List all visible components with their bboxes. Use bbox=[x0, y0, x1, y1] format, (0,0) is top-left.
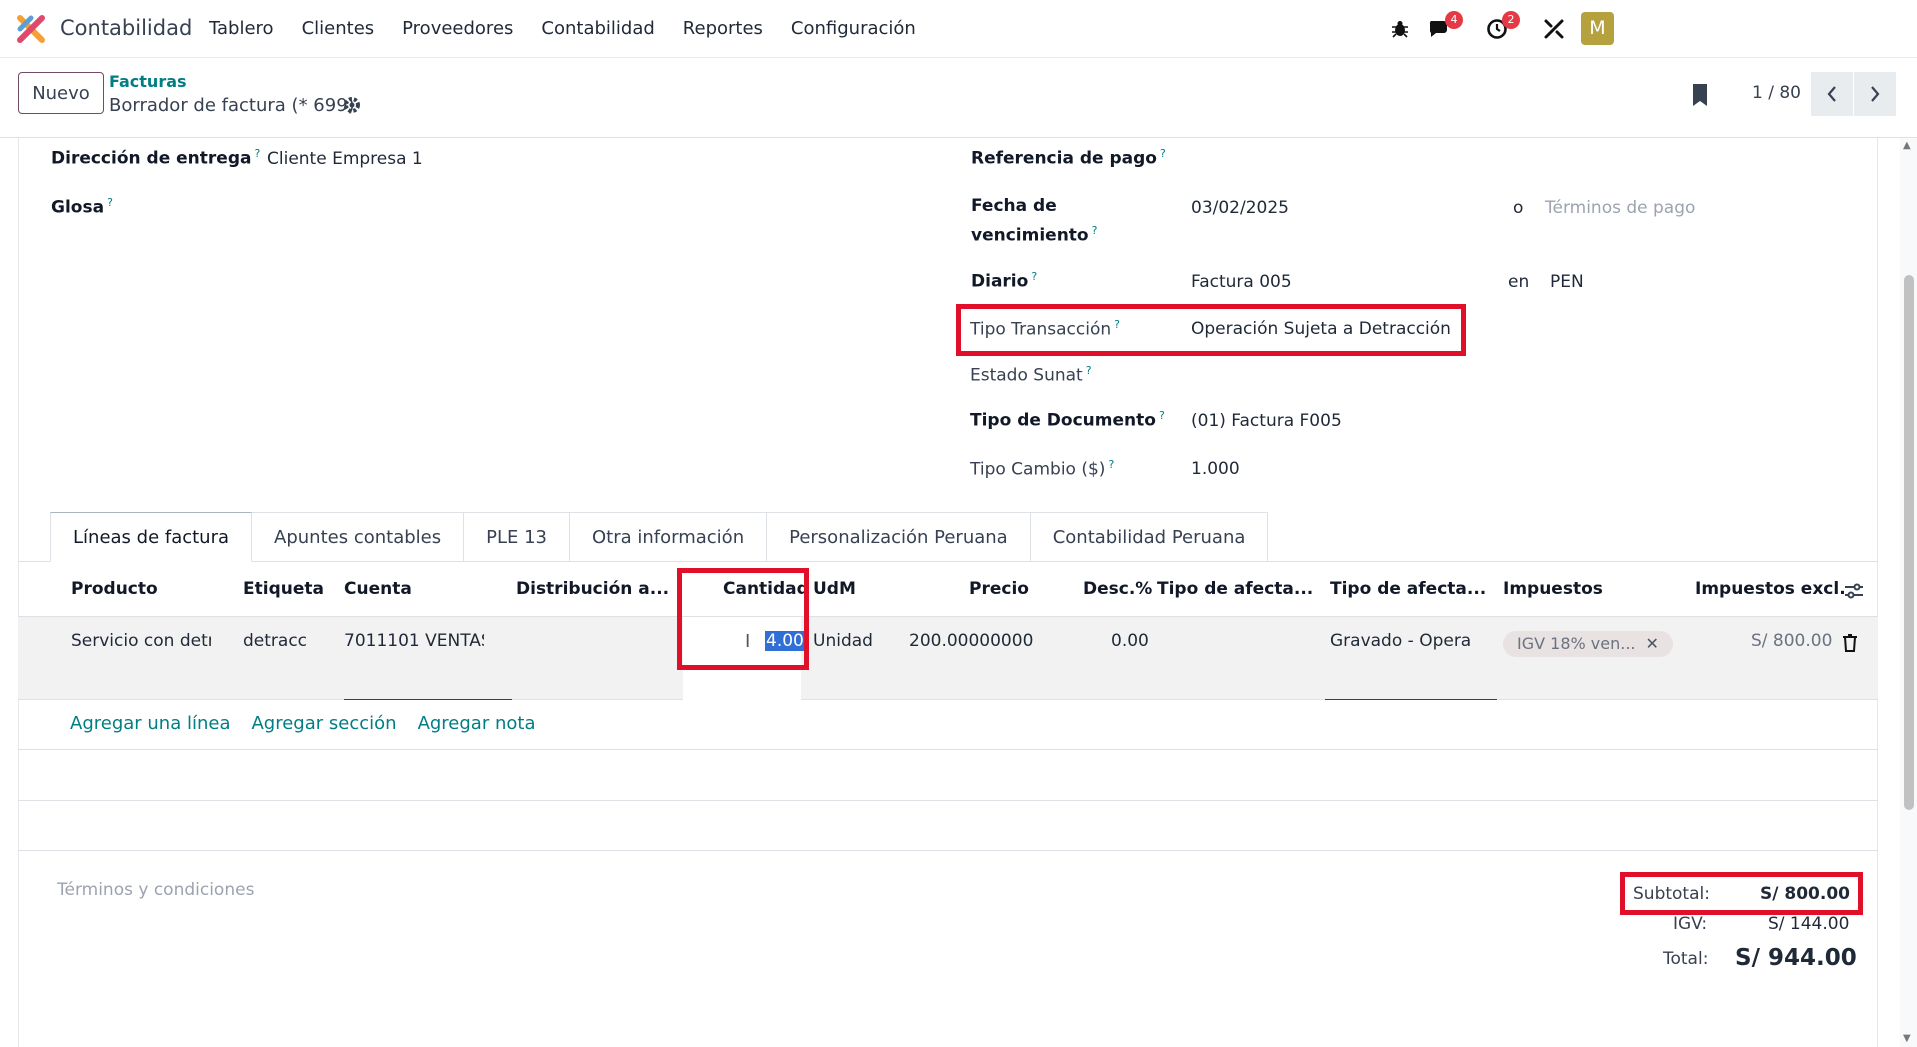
tab-peruvian-custom[interactable]: Personalización Peruana bbox=[767, 512, 1031, 562]
cell-uom[interactable]: Unidad bbox=[813, 631, 873, 651]
cell-product[interactable]: Servicio con detr bbox=[71, 631, 211, 651]
menu-proveedores[interactable]: Proveedores bbox=[402, 18, 513, 39]
menu-configuracion[interactable]: Configuración bbox=[791, 18, 916, 39]
journal-field[interactable]: Factura 005 bbox=[1191, 272, 1292, 292]
highlight-subtotal bbox=[1620, 872, 1863, 915]
col-analytic[interactable]: Distribución a... bbox=[516, 579, 669, 599]
row-separator bbox=[18, 749, 1878, 750]
table-row[interactable]: Servicio con detr detracc 7011101 VENTAS… bbox=[18, 617, 1878, 700]
journal-label: Diario? bbox=[971, 270, 1038, 292]
menu-contabilidad[interactable]: Contabilidad bbox=[541, 18, 654, 39]
record-title: Borrador de factura (* 699) bbox=[109, 95, 355, 116]
delivery-address-field[interactable]: Cliente Empresa 1 bbox=[267, 149, 423, 169]
scroll-down-icon[interactable]: ▼ bbox=[1903, 1033, 1911, 1044]
account-underline bbox=[344, 699, 512, 700]
app-logo-icon[interactable] bbox=[17, 15, 45, 43]
terms-conditions-field[interactable]: Términos y condiciones bbox=[57, 880, 254, 900]
sunat-status-label: Estado Sunat? bbox=[970, 364, 1092, 386]
app-name[interactable]: Contabilidad bbox=[60, 16, 192, 40]
exchange-rate-label: Tipo Cambio ($)? bbox=[970, 458, 1115, 480]
notebook-tabs: Líneas de factura Apuntes contables PLE … bbox=[50, 512, 1269, 562]
main-menu: Tablero Clientes Proveedores Contabilida… bbox=[209, 18, 944, 39]
igv-value: S/ 144.00 bbox=[1768, 914, 1850, 934]
add-line-links: Agregar una línea Agregar sección Agrega… bbox=[70, 713, 535, 734]
breadcrumb-facturas[interactable]: Facturas bbox=[109, 72, 187, 91]
trash-icon[interactable] bbox=[1842, 634, 1858, 652]
optional-columns-icon[interactable] bbox=[1844, 582, 1864, 600]
scroll-up-icon[interactable]: ▲ bbox=[1903, 140, 1911, 151]
chevron-left-icon bbox=[1827, 86, 1836, 102]
scrollbar-thumb[interactable] bbox=[1904, 275, 1914, 810]
tab-invoice-lines[interactable]: Líneas de factura bbox=[50, 512, 253, 562]
debug-bug-icon[interactable] bbox=[1387, 16, 1413, 42]
col-label[interactable]: Etiqueta bbox=[243, 579, 324, 599]
delivery-address-label: Dirección de entrega? bbox=[51, 147, 261, 169]
add-line-link[interactable]: Agregar una línea bbox=[70, 713, 230, 734]
cell-affect-type-2[interactable]: Gravado - Opera bbox=[1330, 631, 1470, 651]
control-panel: Nuevo Facturas Borrador de factura (* 69… bbox=[0, 58, 1917, 138]
total-label: Total: bbox=[1663, 949, 1709, 969]
new-button[interactable]: Nuevo bbox=[18, 72, 104, 114]
activity-clock-icon[interactable]: 2 bbox=[1484, 11, 1520, 42]
col-subtotal[interactable]: Impuestos excl. bbox=[1695, 579, 1846, 599]
top-navbar: Contabilidad Tablero Clientes Proveedore… bbox=[0, 0, 1917, 58]
gloss-label: Glosa? bbox=[51, 196, 113, 218]
activity-badge: 2 bbox=[1502, 11, 1520, 29]
due-date-label: Fecha de bbox=[971, 196, 1057, 216]
gear-icon[interactable] bbox=[343, 96, 361, 114]
col-price[interactable]: Precio bbox=[969, 579, 1029, 599]
add-section-link[interactable]: Agregar sección bbox=[251, 713, 396, 734]
pager-previous-button[interactable] bbox=[1811, 72, 1853, 116]
document-type-field[interactable]: (01) Factura F005 bbox=[1191, 411, 1342, 431]
lines-table-header: Producto Etiqueta Cuenta Distribución a.… bbox=[18, 565, 1878, 617]
bookmark-icon[interactable] bbox=[1690, 82, 1710, 108]
due-date-field[interactable]: 03/02/2025 bbox=[1191, 198, 1289, 218]
due-date-label-line2: vencimiento? bbox=[971, 224, 1098, 246]
col-account[interactable]: Cuenta bbox=[344, 579, 412, 599]
pager-next-button[interactable] bbox=[1854, 72, 1896, 116]
chevron-right-icon bbox=[1871, 86, 1880, 102]
chat-badge: 4 bbox=[1445, 11, 1463, 29]
cell-price[interactable]: 200.00000000 bbox=[909, 631, 1033, 651]
total-value: S/ 944.00 bbox=[1735, 945, 1857, 971]
tab-peruvian-accounting[interactable]: Contabilidad Peruana bbox=[1030, 512, 1269, 562]
pager-value[interactable]: 1 / 80 bbox=[1752, 83, 1801, 103]
menu-clientes[interactable]: Clientes bbox=[302, 18, 375, 39]
igv-label: IGV: bbox=[1673, 914, 1708, 934]
col-affect-type-1[interactable]: Tipo de afecta... bbox=[1157, 579, 1313, 599]
highlight-quantity bbox=[677, 568, 809, 670]
add-note-link[interactable]: Agregar nota bbox=[418, 713, 536, 734]
menu-reportes[interactable]: Reportes bbox=[683, 18, 763, 39]
or-text: o bbox=[1513, 198, 1524, 218]
tax-tag[interactable]: IGV 18% ven... ✕ bbox=[1503, 631, 1673, 657]
cell-subtotal: S/ 800.00 bbox=[1751, 631, 1833, 651]
in-text: en bbox=[1508, 272, 1530, 292]
chat-icon[interactable]: 4 bbox=[1427, 11, 1463, 42]
tab-other-info[interactable]: Otra información bbox=[570, 512, 768, 562]
col-affect-type-2[interactable]: Tipo de afecta... bbox=[1330, 579, 1486, 599]
menu-tablero[interactable]: Tablero bbox=[209, 18, 274, 39]
col-discount[interactable]: Desc.% bbox=[1083, 579, 1152, 599]
exchange-rate-field[interactable]: 1.000 bbox=[1191, 459, 1240, 479]
remove-tax-icon[interactable]: ✕ bbox=[1646, 634, 1659, 653]
col-taxes[interactable]: Impuestos bbox=[1503, 579, 1603, 599]
payment-terms-field[interactable]: Términos de pago bbox=[1545, 198, 1695, 218]
col-product[interactable]: Producto bbox=[71, 579, 158, 599]
row-separator bbox=[18, 850, 1878, 851]
user-avatar[interactable]: M bbox=[1581, 12, 1614, 45]
currency-field[interactable]: PEN bbox=[1550, 272, 1584, 292]
tab-ple13[interactable]: PLE 13 bbox=[464, 512, 570, 562]
cell-discount[interactable]: 0.00 bbox=[1111, 631, 1149, 651]
tab-journal-items[interactable]: Apuntes contables bbox=[252, 512, 465, 562]
document-type-label: Tipo de Documento? bbox=[970, 409, 1165, 431]
row-separator bbox=[18, 800, 1878, 801]
cell-label[interactable]: detracc bbox=[243, 631, 326, 651]
affect-underline bbox=[1325, 699, 1497, 700]
payment-reference-label: Referencia de pago? bbox=[971, 147, 1166, 169]
cell-account[interactable]: 7011101 VENTAS bbox=[344, 631, 484, 651]
highlight-transaction-type bbox=[956, 304, 1466, 356]
tools-icon[interactable] bbox=[1541, 16, 1567, 42]
col-uom[interactable]: UdM bbox=[813, 579, 856, 599]
